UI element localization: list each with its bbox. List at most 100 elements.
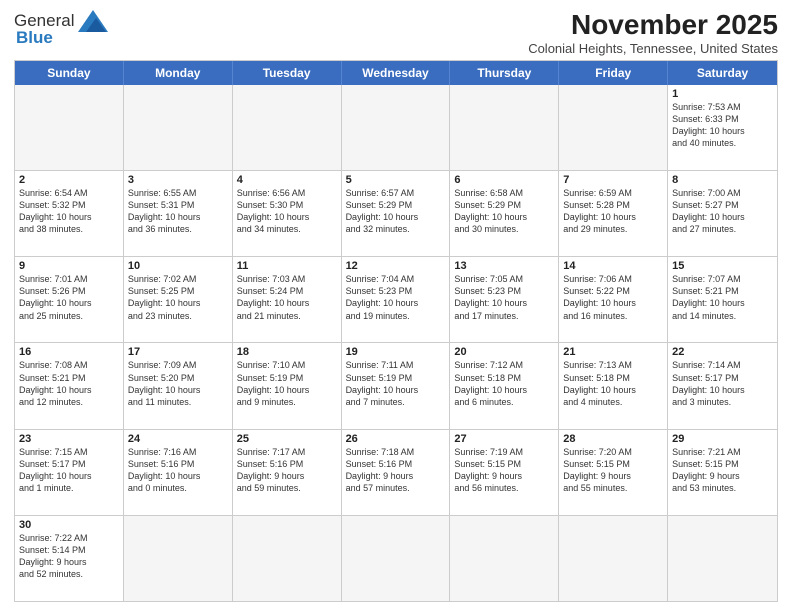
cell-info: Sunrise: 6:54 AM Sunset: 5:32 PM Dayligh… <box>19 187 119 236</box>
cell-info: Sunrise: 6:56 AM Sunset: 5:30 PM Dayligh… <box>237 187 337 236</box>
day-number: 11 <box>237 260 337 272</box>
cell-info: Sunrise: 7:01 AM Sunset: 5:26 PM Dayligh… <box>19 273 119 322</box>
calendar-cell: 7Sunrise: 6:59 AM Sunset: 5:28 PM Daylig… <box>559 171 668 256</box>
calendar-cell: 26Sunrise: 7:18 AM Sunset: 5:16 PM Dayli… <box>342 430 451 515</box>
calendar-cell: 3Sunrise: 6:55 AM Sunset: 5:31 PM Daylig… <box>124 171 233 256</box>
day-number: 17 <box>128 346 228 358</box>
day-number: 30 <box>19 519 119 531</box>
day-number: 19 <box>346 346 446 358</box>
day-number: 27 <box>454 433 554 445</box>
cell-info: Sunrise: 7:00 AM Sunset: 5:27 PM Dayligh… <box>672 187 773 236</box>
cell-info: Sunrise: 7:21 AM Sunset: 5:15 PM Dayligh… <box>672 446 773 495</box>
day-number: 7 <box>563 174 663 186</box>
cell-info: Sunrise: 7:16 AM Sunset: 5:16 PM Dayligh… <box>128 446 228 495</box>
cell-info: Sunrise: 7:12 AM Sunset: 5:18 PM Dayligh… <box>454 359 554 408</box>
calendar-cell: 20Sunrise: 7:12 AM Sunset: 5:18 PM Dayli… <box>450 343 559 428</box>
cell-info: Sunrise: 6:57 AM Sunset: 5:29 PM Dayligh… <box>346 187 446 236</box>
calendar-cell <box>233 85 342 170</box>
calendar-cell: 10Sunrise: 7:02 AM Sunset: 5:25 PM Dayli… <box>124 257 233 342</box>
calendar-cell <box>450 516 559 601</box>
header-tuesday: Tuesday <box>233 61 342 85</box>
calendar-cell: 15Sunrise: 7:07 AM Sunset: 5:21 PM Dayli… <box>668 257 777 342</box>
day-number: 2 <box>19 174 119 186</box>
month-title: November 2025 <box>528 10 778 41</box>
day-number: 6 <box>454 174 554 186</box>
calendar-cell <box>233 516 342 601</box>
calendar-cell: 6Sunrise: 6:58 AM Sunset: 5:29 PM Daylig… <box>450 171 559 256</box>
day-number: 22 <box>672 346 773 358</box>
cell-info: Sunrise: 7:10 AM Sunset: 5:19 PM Dayligh… <box>237 359 337 408</box>
day-number: 9 <box>19 260 119 272</box>
calendar-row: 30Sunrise: 7:22 AM Sunset: 5:14 PM Dayli… <box>15 516 777 601</box>
calendar-cell: 22Sunrise: 7:14 AM Sunset: 5:17 PM Dayli… <box>668 343 777 428</box>
calendar-cell: 21Sunrise: 7:13 AM Sunset: 5:18 PM Dayli… <box>559 343 668 428</box>
calendar-cell: 25Sunrise: 7:17 AM Sunset: 5:16 PM Dayli… <box>233 430 342 515</box>
calendar-cell: 11Sunrise: 7:03 AM Sunset: 5:24 PM Dayli… <box>233 257 342 342</box>
cell-info: Sunrise: 7:14 AM Sunset: 5:17 PM Dayligh… <box>672 359 773 408</box>
cell-info: Sunrise: 7:07 AM Sunset: 5:21 PM Dayligh… <box>672 273 773 322</box>
day-number: 3 <box>128 174 228 186</box>
page: General Blue November 2025 Colonial Heig… <box>0 0 792 612</box>
cell-info: Sunrise: 7:08 AM Sunset: 5:21 PM Dayligh… <box>19 359 119 408</box>
calendar-row: 9Sunrise: 7:01 AM Sunset: 5:26 PM Daylig… <box>15 257 777 343</box>
logo-icon <box>78 10 108 32</box>
calendar-cell <box>559 85 668 170</box>
calendar-cell <box>342 85 451 170</box>
calendar-cell: 1Sunrise: 7:53 AM Sunset: 6:33 PM Daylig… <box>668 85 777 170</box>
calendar-cell: 23Sunrise: 7:15 AM Sunset: 5:17 PM Dayli… <box>15 430 124 515</box>
calendar-cell: 12Sunrise: 7:04 AM Sunset: 5:23 PM Dayli… <box>342 257 451 342</box>
day-number: 12 <box>346 260 446 272</box>
day-number: 18 <box>237 346 337 358</box>
cell-info: Sunrise: 7:11 AM Sunset: 5:19 PM Dayligh… <box>346 359 446 408</box>
calendar-cell: 13Sunrise: 7:05 AM Sunset: 5:23 PM Dayli… <box>450 257 559 342</box>
day-number: 20 <box>454 346 554 358</box>
calendar-row: 23Sunrise: 7:15 AM Sunset: 5:17 PM Dayli… <box>15 430 777 516</box>
cell-info: Sunrise: 6:59 AM Sunset: 5:28 PM Dayligh… <box>563 187 663 236</box>
header-thursday: Thursday <box>450 61 559 85</box>
day-number: 15 <box>672 260 773 272</box>
title-block: November 2025 Colonial Heights, Tennesse… <box>528 10 778 56</box>
cell-info: Sunrise: 7:03 AM Sunset: 5:24 PM Dayligh… <box>237 273 337 322</box>
calendar-cell: 19Sunrise: 7:11 AM Sunset: 5:19 PM Dayli… <box>342 343 451 428</box>
calendar-cell: 28Sunrise: 7:20 AM Sunset: 5:15 PM Dayli… <box>559 430 668 515</box>
header-wednesday: Wednesday <box>342 61 451 85</box>
header-sunday: Sunday <box>15 61 124 85</box>
calendar: Sunday Monday Tuesday Wednesday Thursday… <box>14 60 778 602</box>
cell-info: Sunrise: 6:58 AM Sunset: 5:29 PM Dayligh… <box>454 187 554 236</box>
calendar-cell: 17Sunrise: 7:09 AM Sunset: 5:20 PM Dayli… <box>124 343 233 428</box>
calendar-cell <box>668 516 777 601</box>
calendar-body: 1Sunrise: 7:53 AM Sunset: 6:33 PM Daylig… <box>15 85 777 601</box>
calendar-cell <box>124 85 233 170</box>
day-number: 25 <box>237 433 337 445</box>
cell-info: Sunrise: 7:17 AM Sunset: 5:16 PM Dayligh… <box>237 446 337 495</box>
header-monday: Monday <box>124 61 233 85</box>
day-number: 4 <box>237 174 337 186</box>
day-number: 24 <box>128 433 228 445</box>
calendar-cell <box>342 516 451 601</box>
day-number: 1 <box>672 88 773 100</box>
day-number: 16 <box>19 346 119 358</box>
calendar-cell: 8Sunrise: 7:00 AM Sunset: 5:27 PM Daylig… <box>668 171 777 256</box>
calendar-cell: 4Sunrise: 6:56 AM Sunset: 5:30 PM Daylig… <box>233 171 342 256</box>
header-friday: Friday <box>559 61 668 85</box>
calendar-cell: 18Sunrise: 7:10 AM Sunset: 5:19 PM Dayli… <box>233 343 342 428</box>
subtitle: Colonial Heights, Tennessee, United Stat… <box>528 41 778 56</box>
cell-info: Sunrise: 7:20 AM Sunset: 5:15 PM Dayligh… <box>563 446 663 495</box>
calendar-cell <box>559 516 668 601</box>
day-number: 23 <box>19 433 119 445</box>
calendar-cell: 9Sunrise: 7:01 AM Sunset: 5:26 PM Daylig… <box>15 257 124 342</box>
calendar-cell: 16Sunrise: 7:08 AM Sunset: 5:21 PM Dayli… <box>15 343 124 428</box>
day-number: 10 <box>128 260 228 272</box>
calendar-cell <box>124 516 233 601</box>
calendar-cell <box>450 85 559 170</box>
calendar-cell: 14Sunrise: 7:06 AM Sunset: 5:22 PM Dayli… <box>559 257 668 342</box>
cell-info: Sunrise: 7:04 AM Sunset: 5:23 PM Dayligh… <box>346 273 446 322</box>
calendar-header: Sunday Monday Tuesday Wednesday Thursday… <box>15 61 777 85</box>
logo: General Blue <box>14 10 108 48</box>
calendar-row: 16Sunrise: 7:08 AM Sunset: 5:21 PM Dayli… <box>15 343 777 429</box>
calendar-cell: 5Sunrise: 6:57 AM Sunset: 5:29 PM Daylig… <box>342 171 451 256</box>
calendar-cell: 2Sunrise: 6:54 AM Sunset: 5:32 PM Daylig… <box>15 171 124 256</box>
calendar-cell: 24Sunrise: 7:16 AM Sunset: 5:16 PM Dayli… <box>124 430 233 515</box>
cell-info: Sunrise: 7:05 AM Sunset: 5:23 PM Dayligh… <box>454 273 554 322</box>
cell-info: Sunrise: 7:53 AM Sunset: 6:33 PM Dayligh… <box>672 101 773 150</box>
